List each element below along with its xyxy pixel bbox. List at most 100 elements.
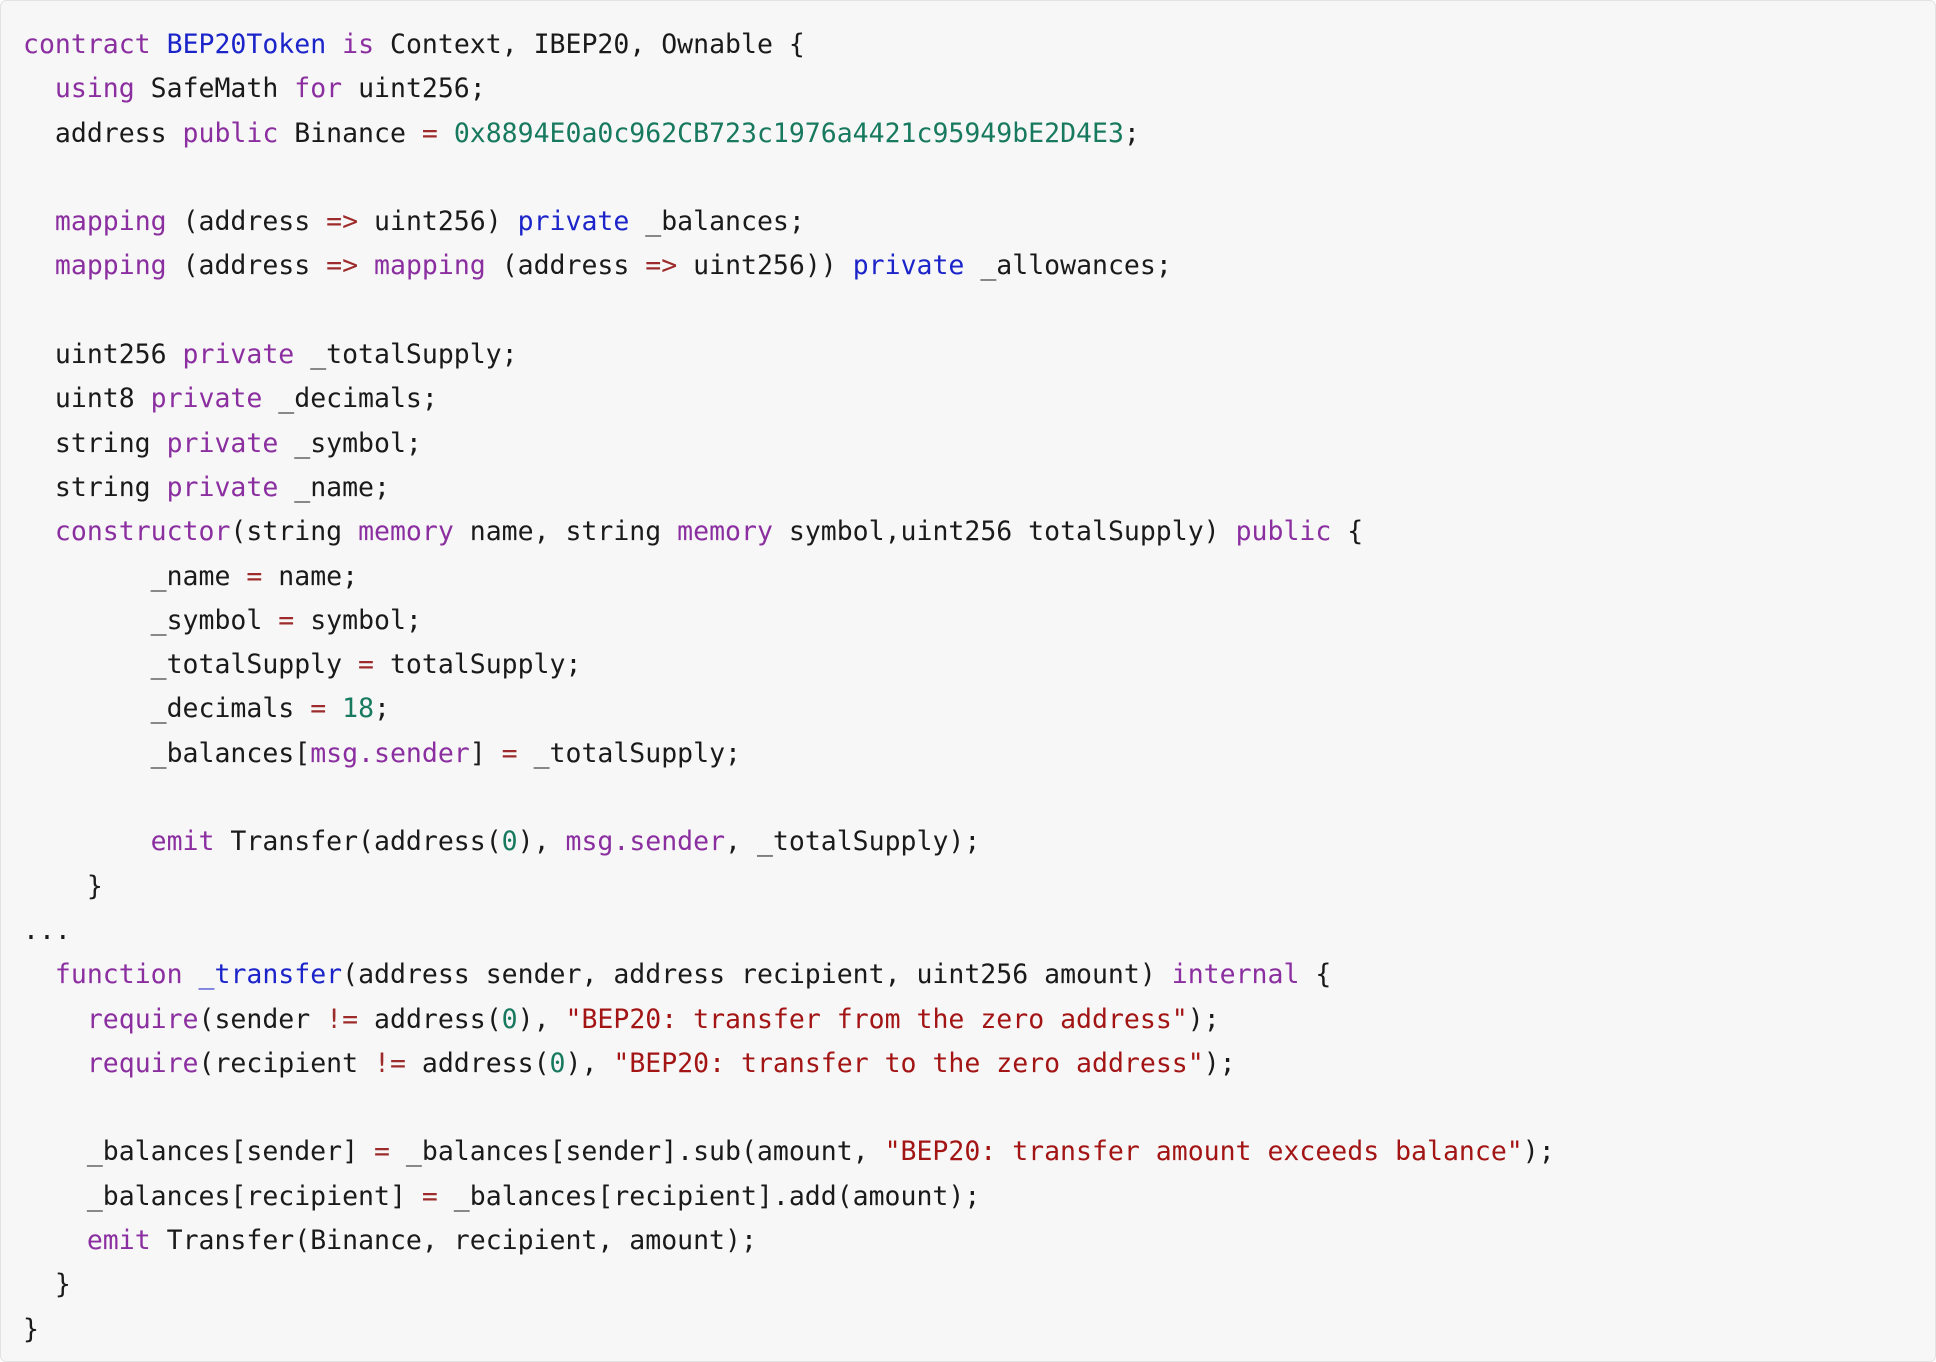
- code-line: require(recipient != address(0), "BEP20:…: [23, 1042, 1905, 1086]
- code-token: _totalSupply;: [517, 737, 741, 769]
- code-line: string private _name;: [23, 466, 1905, 510]
- code-line: address public Binance = 0x8894E0a0c962C…: [23, 112, 1905, 156]
- code-token: );: [1187, 1003, 1220, 1035]
- code-line: string private _symbol;: [23, 422, 1905, 466]
- code-token: private: [852, 250, 965, 282]
- code-token: ;: [374, 693, 391, 725]
- code-token: Transfer(address(: [214, 826, 502, 858]
- code-line: uint256 private _totalSupply;: [23, 333, 1905, 377]
- code-token: internal: [1171, 959, 1300, 991]
- code-token: =: [501, 737, 518, 769]
- code-token: =>: [326, 250, 359, 282]
- code-line: mapping (address => mapping (address => …: [23, 244, 1905, 288]
- code-token: ),: [517, 1003, 566, 1035]
- code-token: _decimals: [23, 693, 311, 725]
- code-token: public: [182, 117, 279, 149]
- code-token: _totalSupply: [23, 649, 359, 681]
- code-token: }: [23, 1313, 39, 1345]
- code-token: );: [1522, 1136, 1555, 1168]
- code-token: _balances[recipient].add(amount);: [437, 1180, 981, 1212]
- code-token: uint256: [23, 339, 183, 371]
- code-token: memory: [358, 516, 454, 548]
- code-token: "BEP20: transfer to the zero address": [613, 1047, 1204, 1079]
- code-token: _balances[sender].sub(amount,: [389, 1136, 885, 1168]
- code-block: contract BEP20Token is Context, IBEP20, …: [0, 0, 1936, 1362]
- code-token: private: [517, 206, 630, 238]
- code-token: (address sender, address recipient, uint…: [342, 959, 1172, 991]
- code-line: _symbol = symbol;: [23, 599, 1905, 643]
- code-token: emit: [150, 826, 215, 858]
- code-token: =: [421, 117, 438, 149]
- code-token: _totalSupply;: [294, 339, 518, 371]
- code-token: private: [166, 427, 279, 459]
- code-token: _balances;: [629, 206, 805, 238]
- code-token: msg.sender: [565, 826, 726, 858]
- code-token: Binance: [278, 117, 422, 149]
- code-token: ...: [23, 914, 71, 946]
- code-token: !=: [374, 1047, 406, 1079]
- code-token: SafeMath: [134, 73, 295, 105]
- code-token: (sender: [198, 1003, 327, 1035]
- code-line: _balances[sender] = _balances[sender].su…: [23, 1130, 1905, 1174]
- code-line: ...: [23, 909, 1905, 953]
- code-token: _symbol: [23, 604, 279, 636]
- code-token: ]: [469, 737, 502, 769]
- code-token: (address: [485, 250, 646, 282]
- code-token: constructor: [54, 516, 231, 548]
- code-token: _decimals;: [262, 383, 438, 415]
- code-token: =: [421, 1180, 438, 1212]
- code-token: (string: [230, 516, 359, 548]
- code-token: public: [1235, 516, 1332, 548]
- code-token: =: [310, 693, 327, 725]
- code-token: emit: [86, 1225, 151, 1257]
- code-line: _totalSupply = totalSupply;: [23, 643, 1905, 687]
- code-line: _decimals = 18;: [23, 687, 1905, 731]
- code-token: ;: [1123, 117, 1140, 149]
- code-token: msg.sender: [310, 737, 470, 769]
- code-token: uint256): [358, 206, 518, 238]
- code-token: function: [54, 959, 183, 991]
- code-token: require: [86, 1003, 199, 1035]
- code-token: mapping: [54, 206, 167, 238]
- code-token: uint256;: [342, 73, 486, 105]
- code-token: !=: [326, 1003, 359, 1035]
- code-line: contract BEP20Token is Context, IBEP20, …: [23, 23, 1905, 67]
- code-token: 0x8894E0a0c962CB723c1976a4421c95949bE2D4…: [453, 117, 1124, 149]
- code-token: =>: [326, 206, 359, 238]
- code-token: Context, IBEP20, Ownable {: [374, 29, 805, 60]
- code-token: private: [150, 383, 263, 415]
- code-token: =: [278, 604, 295, 636]
- code-line: }: [23, 1263, 1905, 1307]
- code-token: uint256)): [677, 250, 853, 282]
- code-token: (address: [166, 206, 327, 238]
- source-code[interactable]: contract BEP20Token is Context, IBEP20, …: [23, 23, 1905, 1352]
- code-line: }: [23, 865, 1905, 909]
- code-token: memory: [677, 516, 773, 548]
- code-token: (address: [166, 250, 327, 282]
- code-line: _balances[msg.sender] = _totalSupply;: [23, 732, 1905, 776]
- code-token: =: [246, 560, 263, 592]
- code-token: (recipient: [198, 1047, 375, 1079]
- code-token: =: [358, 649, 375, 681]
- code-token: string: [23, 471, 167, 503]
- code-line: function _transfer(address sender, addre…: [23, 953, 1905, 997]
- code-token: _symbol;: [278, 427, 422, 459]
- code-token: using: [54, 73, 135, 105]
- code-line: }: [23, 1308, 1905, 1352]
- code-token: address(: [405, 1047, 550, 1079]
- code-token: _balances[recipient]: [23, 1180, 422, 1212]
